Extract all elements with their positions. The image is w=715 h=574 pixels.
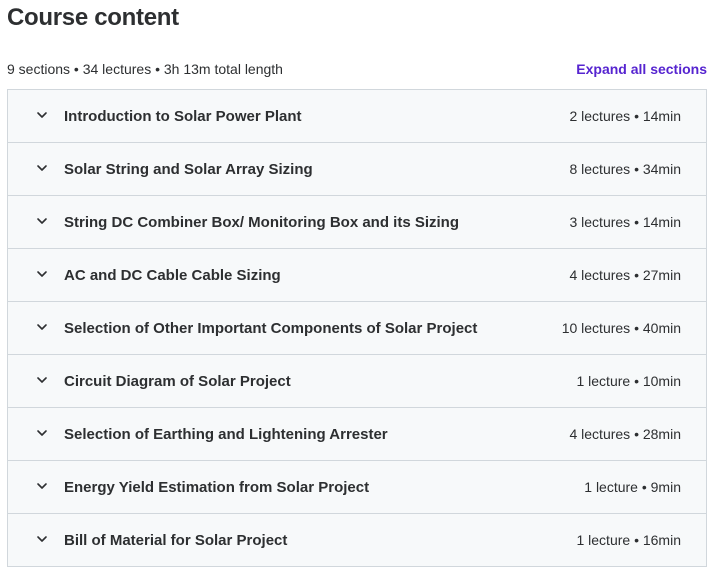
chevron-down-icon <box>36 109 48 121</box>
section-title: String DC Combiner Box/ Monitoring Box a… <box>64 213 459 231</box>
chevron-down-icon <box>36 374 48 386</box>
chevron-down-icon <box>36 162 48 174</box>
section-meta: 1 lecture • 16min <box>576 532 681 548</box>
course-summary: 9 sections • 34 lectures • 3h 13m total … <box>7 61 283 77</box>
chevron-down-icon <box>36 427 48 439</box>
section-row[interactable]: Energy Yield Estimation from Solar Proje… <box>8 461 706 514</box>
chevron-down-icon <box>36 215 48 227</box>
section-list: Introduction to Solar Power Plant 2 lect… <box>7 89 707 567</box>
section-row[interactable]: String DC Combiner Box/ Monitoring Box a… <box>8 196 706 249</box>
section-title: Selection of Other Important Components … <box>64 319 478 337</box>
section-meta: 10 lectures • 40min <box>561 320 681 336</box>
section-row[interactable]: Solar String and Solar Array Sizing 8 le… <box>8 143 706 196</box>
section-meta: 2 lectures • 14min <box>569 108 681 124</box>
section-row[interactable]: Circuit Diagram of Solar Project 1 lectu… <box>8 355 706 408</box>
section-meta: 3 lectures • 14min <box>569 214 681 230</box>
chevron-down-icon <box>36 533 48 545</box>
section-row[interactable]: Introduction to Solar Power Plant 2 lect… <box>8 90 706 143</box>
section-meta: 4 lectures • 27min <box>569 267 681 283</box>
section-meta: 8 lectures • 34min <box>569 161 681 177</box>
expand-all-sections-button[interactable]: Expand all sections <box>576 61 707 77</box>
chevron-down-icon <box>36 321 48 333</box>
section-title: Introduction to Solar Power Plant <box>64 107 302 125</box>
section-title: Solar String and Solar Array Sizing <box>64 160 313 178</box>
section-title: AC and DC Cable Cable Sizing <box>64 266 281 284</box>
section-title: Circuit Diagram of Solar Project <box>64 372 291 390</box>
section-meta: 1 lecture • 9min <box>584 479 681 495</box>
section-row[interactable]: Bill of Material for Solar Project 1 lec… <box>8 514 706 566</box>
section-row[interactable]: Selection of Earthing and Lightening Arr… <box>8 408 706 461</box>
page-title: Course content <box>7 4 179 31</box>
section-title: Energy Yield Estimation from Solar Proje… <box>64 478 370 496</box>
chevron-down-icon <box>36 480 48 492</box>
section-row[interactable]: AC and DC Cable Cable Sizing 4 lectures … <box>8 249 706 302</box>
section-meta: 4 lectures • 28min <box>569 426 681 442</box>
section-row[interactable]: Selection of Other Important Components … <box>8 302 706 355</box>
chevron-down-icon <box>36 268 48 280</box>
section-title: Selection of Earthing and Lightening Arr… <box>64 425 388 443</box>
section-title: Bill of Material for Solar Project <box>64 531 288 549</box>
section-meta: 1 lecture • 10min <box>576 373 681 389</box>
